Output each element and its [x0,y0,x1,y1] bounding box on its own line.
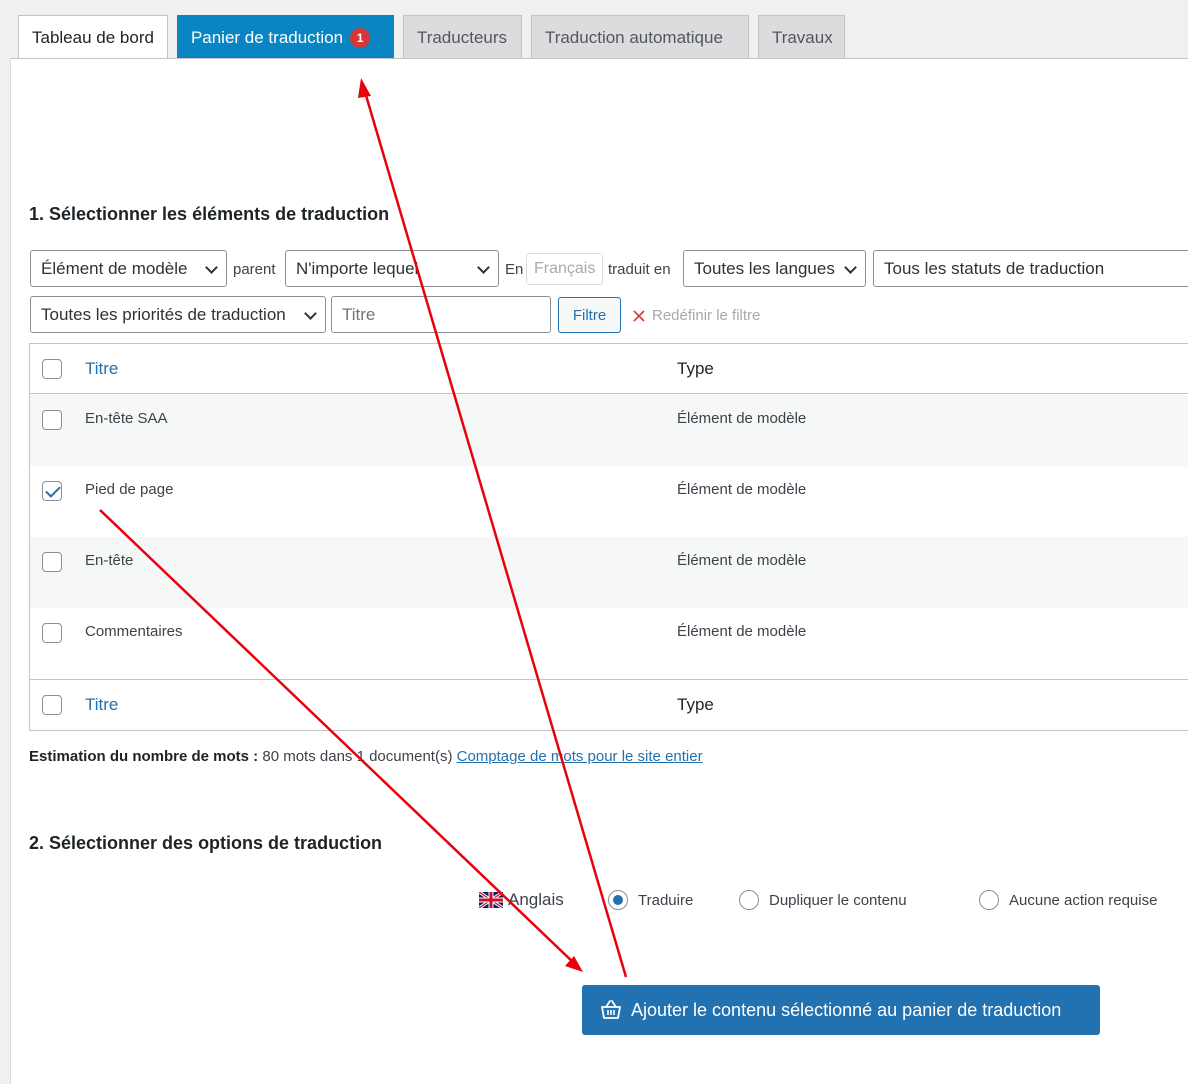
no-action-label: Aucune action requise [1009,892,1158,909]
table-row: Commentaires Élément de modèle [30,608,1188,679]
filter-button-label: Filtre [572,306,607,324]
translate-label: Traduire [638,892,694,909]
tab-bar: Tableau de bord Panier de traduction 1 T… [18,15,845,60]
tab-translation-basket[interactable]: Panier de traduction 1 [176,15,394,59]
title-column-footer[interactable]: Titre [85,695,118,715]
duplicate-label: Dupliquer le contenu [769,892,907,909]
language-select[interactable]: Toutes les langues [683,250,866,287]
row-type: Élément de modèle [677,552,807,569]
site-word-count-link[interactable]: Comptage de mots pour le site entier [457,748,703,765]
add-to-basket-button[interactable]: Ajouter le contenu sélectionné au panier… [582,985,1100,1035]
parent-select-value: N'importe lequel [296,258,419,278]
row-type: Élément de modèle [677,481,807,498]
title-search-input[interactable] [331,296,551,333]
reset-filter-link[interactable]: Redéfinir le filtre [632,307,760,324]
row-type: Élément de modèle [677,623,807,640]
status-select-value: Tous les statuts de traduction [884,258,1105,278]
type-select-value: Élément de modèle [41,258,188,278]
section-title-select-items: 1. Sélectionner les éléments de traducti… [29,204,390,224]
source-language-value: Français [534,260,596,277]
row-checkbox[interactable] [42,410,62,430]
translated-in-label: traduit en [608,261,671,278]
row-title: Commentaires [85,623,183,640]
language-select-value: Toutes les langues [694,258,835,278]
type-column-footer: Type [677,695,714,714]
chevron-down-icon [844,261,857,274]
filter-button[interactable]: Filtre [558,297,621,333]
tab-jobs[interactable]: Travaux [757,15,845,59]
language-option-row: Anglais [479,890,564,910]
tab-label: Traduction automatique [544,27,723,47]
uk-flag-icon [479,892,503,908]
no-action-radio[interactable] [979,890,999,910]
word-count-estimation: Estimation du nombre de mots : 80 mots d… [29,748,703,765]
table-header-row: Titre Type [30,344,1188,394]
tab-label: Traducteurs [416,27,508,47]
chevron-down-icon [205,261,218,274]
type-select[interactable]: Élément de modèle [30,250,227,287]
select-all-checkbox[interactable] [42,359,62,379]
row-title: En-tête [85,552,134,569]
tab-label: Panier de traduction [190,27,344,47]
estimation-text: 80 mots dans 1 document(s) [258,748,457,765]
status-select[interactable]: Tous les statuts de traduction [873,250,1188,287]
title-column-header[interactable]: Titre [85,359,118,379]
row-checkbox[interactable] [42,623,62,643]
translate-radio[interactable] [608,890,628,910]
priority-select[interactable]: Toutes les priorités de traduction [30,296,326,333]
section-title-translation-options: 2. Sélectionner des options de traductio… [29,833,383,853]
add-to-basket-label: Ajouter le contenu sélectionné au panier… [631,999,1062,1020]
row-checkbox[interactable] [42,552,62,572]
select-all-checkbox-footer[interactable] [42,695,62,715]
priority-select-value: Toutes les priorités de traduction [41,304,286,324]
duplicate-radio[interactable] [739,890,759,910]
row-title: En-tête SAA [85,410,168,427]
tab-label: Tableau de bord [32,28,154,47]
parent-label: parent [233,261,276,278]
basket-count-badge: 1 [350,27,371,48]
type-column-header: Type [677,359,714,378]
source-language-field: Français [526,253,603,285]
estimation-label: Estimation du nombre de mots : [29,748,259,765]
tab-translators[interactable]: Traducteurs [402,15,522,59]
chevron-down-icon [477,261,490,274]
basket-icon [601,1000,621,1019]
items-table: Titre Type En-tête SAA Élément de modèle… [29,343,1188,731]
tab-dashboard[interactable]: Tableau de bord [18,15,168,60]
language-name: Anglais [508,890,564,909]
close-icon [633,309,645,322]
chevron-down-icon [304,307,317,320]
parent-select[interactable]: N'importe lequel [285,250,499,287]
table-row: Pied de page Élément de modèle [30,466,1188,537]
tab-automatic-translation[interactable]: Traduction automatique [530,15,749,59]
table-footer-row: Titre Type [30,679,1188,731]
table-row: En-tête SAA Élément de modèle [30,395,1188,466]
row-title: Pied de page [85,481,174,498]
row-checkbox[interactable] [42,481,62,501]
reset-filter-label: Redéfinir le filtre [652,307,761,324]
en-label: En [505,261,524,278]
row-type: Élément de modèle [677,410,807,427]
tab-label: Travaux [771,27,833,47]
table-row: En-tête Élément de modèle [30,537,1188,608]
